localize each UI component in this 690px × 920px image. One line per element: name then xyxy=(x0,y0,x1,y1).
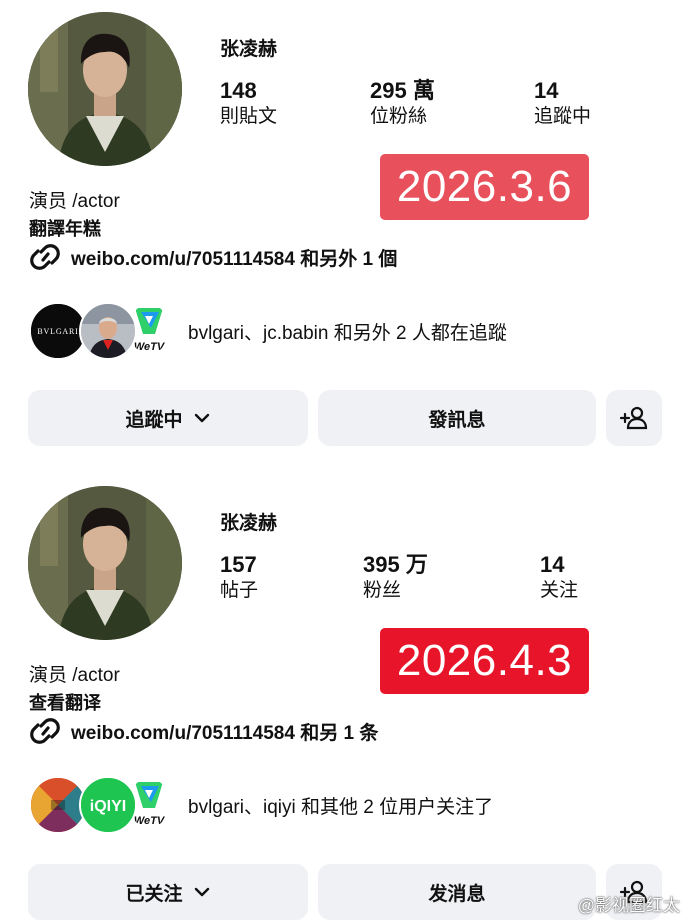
stat-following[interactable]: 14 关注 xyxy=(540,552,578,604)
profile-panel-2: 张凌赫 157 帖子 395 万 粉丝 14 关注 2026.4.3 演员 /a… xyxy=(0,474,690,920)
profile-panel-1: 张凌赫 148 則貼文 295 萬 位粉絲 14 追蹤中 2026.3.6 演员… xyxy=(0,0,690,460)
external-link[interactable]: weibo.com/u/7051114584 和另 1 条 xyxy=(29,717,378,745)
stat-followers[interactable]: 395 万 粉丝 xyxy=(363,552,428,604)
mutual-followers-text: bvlgari、iqiyi 和其他 2 位用户关注了 xyxy=(188,797,494,818)
stat-value: 14 xyxy=(540,552,565,577)
stat-label: 追蹤中 xyxy=(534,106,592,127)
stat-label: 关注 xyxy=(540,580,579,601)
stat-posts[interactable]: 157 帖子 xyxy=(220,552,258,604)
message-button[interactable]: 發訊息 xyxy=(318,390,596,446)
wetv-logo: WeTV xyxy=(129,304,169,354)
bio-text: 演员 /actor xyxy=(29,191,120,212)
link-text: weibo.com/u/7051114584 和另 1 条 xyxy=(71,722,379,744)
stat-label: 則貼文 xyxy=(220,106,278,127)
wetv-logo-text: WeTV xyxy=(134,341,166,353)
avatar[interactable] xyxy=(28,12,182,166)
bvlgari-logo-text: BVLGARI xyxy=(37,327,78,336)
link-text: weibo.com/u/7051114584 和另外 1 個 xyxy=(71,248,398,270)
stat-label: 粉丝 xyxy=(363,580,402,601)
following-button[interactable]: 追蹤中 xyxy=(28,390,308,446)
stat-following[interactable]: 14 追蹤中 xyxy=(534,78,591,130)
chevron-down-icon xyxy=(194,887,209,897)
link-icon xyxy=(30,244,60,270)
stat-label: 帖子 xyxy=(220,580,259,601)
external-link[interactable]: weibo.com/u/7051114584 和另外 1 個 xyxy=(29,243,397,271)
mutual-followers[interactable]: iQIYI WeTV bvlgari、iqiyi 和其他 2 位用户关注了 xyxy=(29,776,669,834)
message-button-label: 发消息 xyxy=(428,883,486,905)
add-person-icon xyxy=(620,406,648,430)
username: 张凌赫 xyxy=(220,513,278,534)
stat-value: 14 xyxy=(534,78,559,103)
translate-link[interactable]: 翻譯年糕 xyxy=(29,215,101,241)
stat-posts[interactable]: 148 則貼文 xyxy=(220,78,277,130)
following-button-label: 已关注 xyxy=(125,883,183,905)
stat-value: 148 xyxy=(220,78,257,103)
mutual-followers[interactable]: BVLGARI WeTV bvlgari、jc.babin 和另外 2 人都在追… xyxy=(29,302,669,360)
stat-value: 395 万 xyxy=(363,552,428,577)
stat-value: 157 xyxy=(220,552,257,577)
link-icon xyxy=(30,718,60,744)
watermark-text: @影视圈红太 xyxy=(577,896,680,915)
stat-label: 位粉絲 xyxy=(370,106,428,127)
following-button-label: 追蹤中 xyxy=(125,409,183,431)
wetv-logo: WeTV xyxy=(129,778,169,828)
date-badge: 2026.3.6 xyxy=(380,154,589,220)
following-button[interactable]: 已关注 xyxy=(28,864,308,920)
suggested-users-button[interactable] xyxy=(606,390,662,446)
username: 张凌赫 xyxy=(220,39,278,60)
watermark: @影视圈红太 xyxy=(578,891,680,916)
stat-value: 295 萬 xyxy=(370,78,435,103)
avatar[interactable] xyxy=(28,486,182,640)
translate-link[interactable]: 查看翻译 xyxy=(29,689,101,715)
wetv-logo-text: WeTV xyxy=(134,815,166,827)
iqiyi-logo-text: iQIYI xyxy=(90,798,126,815)
message-button-label: 發訊息 xyxy=(428,409,486,431)
bio-text: 演员 /actor xyxy=(29,665,120,686)
date-badge: 2026.4.3 xyxy=(380,628,589,694)
chevron-down-icon xyxy=(194,413,209,423)
message-button[interactable]: 发消息 xyxy=(318,864,596,920)
mutual-followers-text: bvlgari、jc.babin 和另外 2 人都在追蹤 xyxy=(188,323,507,344)
stat-followers[interactable]: 295 萬 位粉絲 xyxy=(370,78,435,130)
